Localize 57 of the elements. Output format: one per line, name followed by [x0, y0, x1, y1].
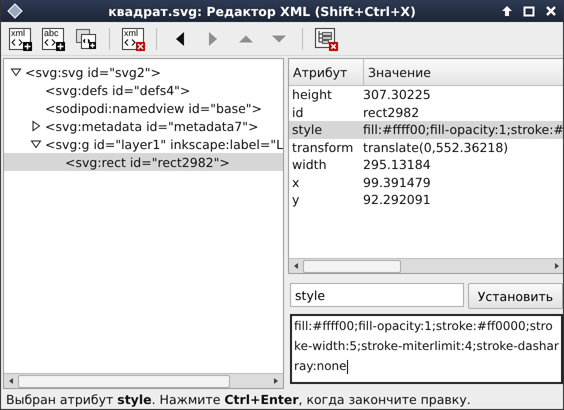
collapsed-triangle-icon[interactable]	[30, 120, 42, 132]
attribute-name: y	[291, 192, 300, 208]
delete-badge-icon	[136, 42, 145, 50]
attribute-value: rect2982	[363, 104, 420, 120]
plus-badge-icon	[23, 42, 32, 50]
scroll-right-icon[interactable]	[274, 378, 278, 384]
right-triangle-icon	[209, 32, 217, 46]
up-triangle-icon	[239, 34, 253, 42]
attribute-row[interactable]: height 307.30225	[289, 86, 563, 104]
attribute-name: style	[291, 122, 324, 138]
left-triangle-icon	[176, 32, 184, 46]
tree-node[interactable]: <svg:svg id="svg2">	[4, 63, 284, 81]
tree-node[interactable]: <svg:metadata id="metadata7">	[4, 117, 284, 135]
horizontal-scrollbar[interactable]	[4, 373, 284, 388]
attribute-row[interactable]: style fill:#ffff00;fill-opacity:1;stroke:#	[289, 121, 563, 138]
tree-node[interactable]: <svg:g id="layer1" inkscape:label="L	[4, 135, 284, 153]
attribute-row[interactable]: id rect2982	[289, 104, 563, 121]
attribute-row[interactable]: x 99.391479	[289, 174, 563, 191]
attribute-name: id	[291, 104, 304, 120]
expanded-triangle-icon[interactable]	[30, 138, 42, 150]
attribute-value: translate(0,552.36218)	[363, 140, 508, 155]
expanded-triangle-icon[interactable]	[10, 66, 22, 78]
attribute-row[interactable]: y 92.292091	[289, 191, 563, 208]
attribute-name-field[interactable]: style	[290, 283, 464, 307]
status-message: Выбран атрибут style. Нажмите Ctrl+Enter, когда закончите правку.	[5, 390, 472, 409]
scroll-left-icon[interactable]	[9, 378, 13, 384]
scroll-right-icon[interactable]	[554, 263, 559, 269]
column-header[interactable]: Атрибут	[289, 59, 364, 85]
attribute-value: 99.391479	[363, 174, 431, 190]
column-header[interactable]: Значение	[364, 59, 563, 85]
maximize-icon[interactable]	[523, 5, 535, 17]
attribute-name: height	[291, 87, 333, 102]
angle-brackets-icon	[11, 38, 23, 46]
tree-node[interactable]: <svg:rect id="rect2982">	[4, 153, 284, 171]
horizontal-scrollbar[interactable]	[288, 258, 563, 274]
attribute-value: 92.292091	[363, 192, 431, 208]
set-button[interactable]: Установить	[468, 283, 563, 309]
attribute-value: 295.13184	[363, 157, 431, 172]
raise-window-icon[interactable]	[501, 5, 513, 17]
attribute-row[interactable]: width 295.13184	[289, 156, 563, 174]
attribute-value: fill:#ffff00;fill-opacity:1;stroke:#	[363, 122, 563, 138]
app-icon	[7, 3, 23, 19]
scroll-left-icon[interactable]	[294, 263, 298, 269]
tree-node[interactable]: <sodipodi:namedview id="base">	[4, 99, 284, 117]
attribute-value: 307.30225	[363, 87, 431, 102]
attribute-value-field[interactable]: fill:#ffff00;fill-opacity:1;stroke:#ff0000;stroke-width:5;stroke-miterlimit:4;stroke-dasharray:none	[290, 314, 563, 384]
angle-brackets-icon	[124, 38, 136, 46]
attribute-name: x	[291, 174, 300, 190]
close-icon[interactable]	[545, 5, 557, 17]
angle-brackets-icon	[44, 38, 56, 46]
attribute-row[interactable]: transform translate(0,552.36218)	[289, 138, 563, 156]
plus-badge-icon	[56, 42, 65, 50]
attribute-name: transform	[291, 140, 354, 155]
down-triangle-icon	[272, 34, 286, 42]
window-title: квадрат.svg: Редактор XML (Shift+Ctrl+X)	[107, 4, 417, 18]
tree-node[interactable]: <svg:defs id="defs4">	[4, 81, 284, 99]
attribute-name: width	[291, 157, 328, 172]
